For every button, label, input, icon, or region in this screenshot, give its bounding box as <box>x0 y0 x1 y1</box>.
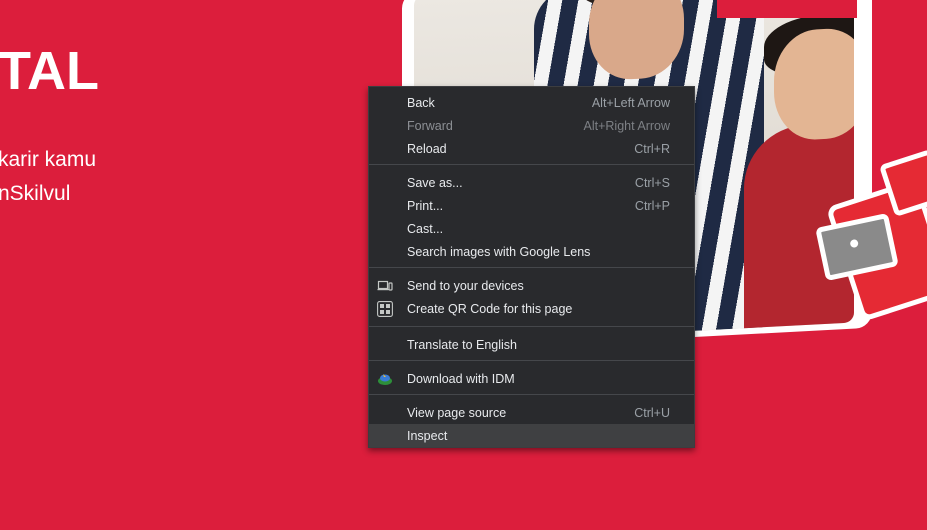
devices-icon <box>377 278 393 294</box>
mascot-illustration <box>815 148 927 322</box>
frame-corner <box>717 0 857 18</box>
menu-item-forward: Forward Alt+Right Arrow <box>369 114 694 137</box>
menu-item-label: Create QR Code for this page <box>407 301 573 316</box>
menu-separator <box>369 394 694 395</box>
menu-item-label: Forward <box>407 118 453 133</box>
qr-code-icon <box>377 301 393 317</box>
menu-item-label: Back <box>407 95 435 110</box>
menu-item-label: Inspect <box>407 428 448 443</box>
menu-separator <box>369 326 694 327</box>
hero-title: TAL <box>0 41 99 101</box>
menu-item-print[interactable]: Print... Ctrl+P <box>369 194 694 217</box>
menu-item-inspect[interactable]: Inspect <box>369 424 694 447</box>
menu-item-cast[interactable]: Cast... <box>369 217 694 240</box>
menu-separator <box>369 267 694 268</box>
menu-item-send-to-devices[interactable]: Send to your devices <box>369 274 694 297</box>
menu-item-shortcut: Ctrl+P <box>634 198 670 213</box>
menu-item-shortcut: Ctrl+S <box>634 175 670 190</box>
menu-item-save-as[interactable]: Save as... Ctrl+S <box>369 171 694 194</box>
menu-item-create-qr-code[interactable]: Create QR Code for this page <box>369 297 694 320</box>
hero-text-line-1: karir kamu <box>0 148 97 171</box>
menu-item-label: Save as... <box>407 175 463 190</box>
menu-item-label: Search images with Google Lens <box>407 244 591 259</box>
menu-item-label: Translate to English <box>407 337 518 352</box>
menu-item-view-source[interactable]: View page source Ctrl+U <box>369 401 694 424</box>
menu-item-shortcut: Alt+Left Arrow <box>591 95 670 110</box>
menu-item-google-lens[interactable]: Search images with Google Lens <box>369 240 694 263</box>
menu-item-label: Send to your devices <box>407 278 524 293</box>
student-face-2 <box>774 26 854 142</box>
menu-item-label: Cast... <box>407 221 444 236</box>
hero-text-line-2: nSkilvul <box>0 182 71 205</box>
menu-item-label: Print... <box>407 198 444 213</box>
menu-item-download-idm[interactable]: Download with IDM <box>369 367 694 390</box>
idm-icon <box>377 371 393 387</box>
menu-separator <box>369 164 694 165</box>
menu-item-label: Reload <box>407 141 447 156</box>
menu-separator <box>369 360 694 361</box>
menu-item-label: View page source <box>407 405 507 420</box>
menu-item-label: Download with IDM <box>407 371 515 386</box>
menu-item-back[interactable]: Back Alt+Left Arrow <box>369 91 694 114</box>
menu-item-reload[interactable]: Reload Ctrl+R <box>369 137 694 160</box>
context-menu: Back Alt+Left Arrow Forward Alt+Right Ar… <box>368 86 695 448</box>
menu-item-shortcut: Ctrl+U <box>634 405 670 420</box>
menu-item-translate[interactable]: Translate to English <box>369 333 694 356</box>
menu-item-shortcut: Alt+Right Arrow <box>583 118 671 133</box>
menu-item-shortcut: Ctrl+R <box>634 141 670 156</box>
